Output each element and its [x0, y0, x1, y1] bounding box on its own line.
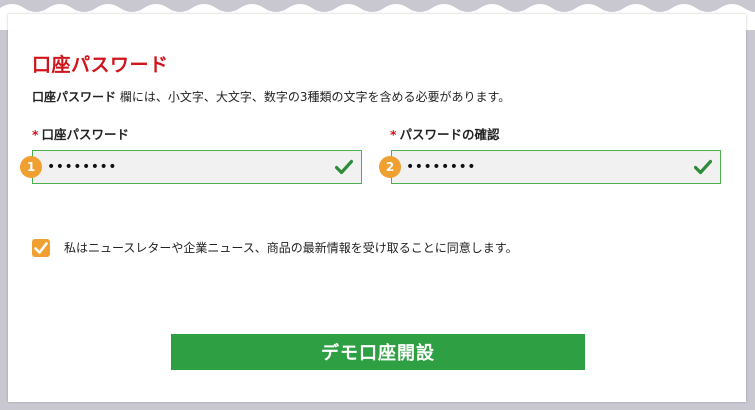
open-demo-account-button[interactable]: デモ口座開設	[171, 334, 585, 370]
step-badge-1: 1	[20, 156, 42, 178]
confirm-password-label: * パスワードの確認	[390, 124, 500, 143]
password-input[interactable]: ••••••••	[32, 150, 362, 184]
required-mark: *	[32, 127, 39, 142]
section-title: 口座パスワード	[32, 54, 169, 76]
confirm-password-label-text: パスワードの確認	[399, 127, 500, 142]
note-field-name: 口座パスワード	[32, 90, 117, 104]
password-label-text: 口座パスワード	[41, 127, 130, 142]
password-label: * 口座パスワード	[32, 124, 129, 143]
password-requirement-note: 口座パスワード 欄には、小文字、大文字、数字の3種類の文字を含める必要があります…	[32, 88, 510, 105]
password-value: ••••••••	[47, 159, 118, 175]
note-text: 欄には、小文字、大文字、数字の3種類の文字を含める必要があります。	[116, 90, 511, 104]
required-mark: *	[390, 127, 397, 142]
page-frame: 口座パスワード 口座パスワード 欄には、小文字、大文字、数字の3種類の文字を含め…	[0, 0, 755, 410]
confirm-password-input[interactable]: ••••••••	[391, 150, 721, 184]
step-badge-2: 2	[379, 156, 401, 178]
account-password-panel: 口座パスワード 口座パスワード 欄には、小文字、大文字、数字の3種類の文字を含め…	[8, 14, 746, 402]
newsletter-consent-checkbox[interactable]	[32, 239, 50, 257]
check-icon	[694, 159, 712, 175]
check-icon	[335, 159, 353, 175]
newsletter-consent-label[interactable]: 私はニュースレターや企業ニュース、商品の最新情報を受け取ることに同意します。	[64, 239, 518, 256]
checkmark-icon	[34, 242, 48, 254]
confirm-password-value: ••••••••	[406, 159, 477, 175]
